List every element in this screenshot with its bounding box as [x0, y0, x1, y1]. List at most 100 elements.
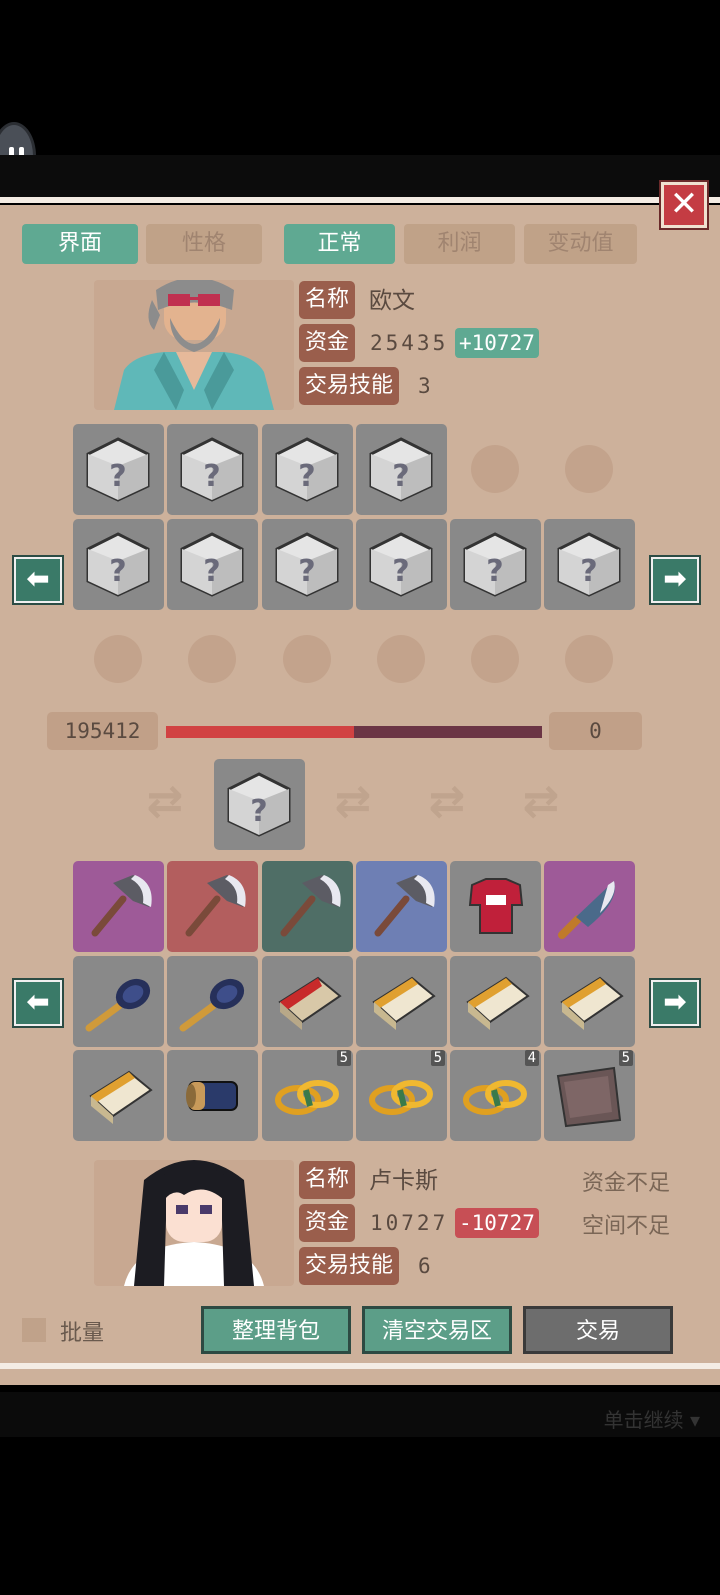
- empty-slot[interactable]: [471, 445, 519, 493]
- arrow-left-icon: ⬅: [26, 562, 50, 595]
- sort-backpack-button[interactable]: 整理背包: [201, 1306, 351, 1354]
- merchant-item-slot[interactable]: ?: [356, 519, 447, 610]
- tab-interface[interactable]: 界面: [22, 224, 138, 264]
- inventory-slot[interactable]: 5: [544, 1050, 635, 1141]
- svg-text:?: ?: [580, 554, 597, 589]
- empty-slot[interactable]: [188, 635, 236, 683]
- merchant-item-slot[interactable]: ?: [450, 519, 541, 610]
- player-funds-label: 资金: [299, 1204, 356, 1242]
- unknown-item-icon: ?: [180, 532, 244, 597]
- batch-checkbox[interactable]: [22, 1318, 46, 1342]
- inventory-next-page-button[interactable]: ➡: [651, 980, 699, 1026]
- empty-slot[interactable]: [94, 635, 142, 683]
- empty-slot[interactable]: [283, 635, 331, 683]
- trade-balance-bar: [166, 726, 542, 738]
- inventory-slot[interactable]: 4: [450, 1050, 541, 1141]
- empty-slot[interactable]: [565, 445, 613, 493]
- trade-balance-fill: [166, 726, 354, 738]
- tab-profit[interactable]: 利润: [404, 224, 515, 264]
- merchant-item-slot[interactable]: ?: [167, 519, 258, 610]
- arrow-left-icon: ⬅: [26, 985, 50, 1018]
- tab-personality[interactable]: 性格: [146, 224, 262, 264]
- inventory-slot[interactable]: 5: [356, 1050, 447, 1141]
- inventory-slot[interactable]: [356, 956, 447, 1047]
- tab-normal[interactable]: 正常: [284, 224, 395, 264]
- merchant-funds-change: +10727: [455, 328, 539, 358]
- merchant-funds: 25435: [370, 331, 449, 355]
- merchant-item-slot[interactable]: ?: [262, 519, 353, 610]
- inventory-slot[interactable]: [167, 956, 258, 1047]
- inventory-slot[interactable]: [167, 861, 258, 952]
- inventory-slot[interactable]: [450, 861, 541, 952]
- unknown-item-icon: ?: [227, 772, 291, 837]
- empty-slot[interactable]: [565, 635, 613, 683]
- merchant-next-page-button[interactable]: ➡: [651, 557, 699, 603]
- cigarette-pack-icon: [450, 956, 541, 1047]
- player-skill: 6: [418, 1254, 431, 1278]
- inventory-slot[interactable]: [73, 1050, 164, 1141]
- swap-arrows-icon: ⇄: [146, 776, 184, 827]
- inventory-slot[interactable]: [73, 956, 164, 1047]
- tab-variation[interactable]: 变动值: [524, 224, 637, 264]
- player-skill-label: 交易技能: [299, 1247, 400, 1285]
- empty-slot[interactable]: [471, 635, 519, 683]
- inventory-prev-page-button[interactable]: ⬅: [14, 980, 62, 1026]
- divider: [0, 1363, 720, 1369]
- trade-button[interactable]: 交易: [523, 1306, 673, 1354]
- merchant-prev-page-button[interactable]: ⬅: [14, 557, 62, 603]
- merchant-name-label: 名称: [299, 281, 356, 319]
- svg-text:?: ?: [203, 459, 220, 494]
- inventory-slot[interactable]: [167, 1050, 258, 1141]
- inventory-slot[interactable]: [262, 956, 353, 1047]
- clear-trade-area-button[interactable]: 清空交易区: [362, 1306, 512, 1354]
- title-bar: [0, 155, 720, 197]
- svg-text:?: ?: [392, 554, 409, 589]
- merchant-item-slot[interactable]: ?: [544, 519, 635, 610]
- continue-hint[interactable]: 单击继续 ▾: [604, 1404, 700, 1433]
- arrow-right-icon: ➡: [663, 562, 687, 595]
- merchant-item-slot[interactable]: ?: [262, 424, 353, 515]
- svg-text:?: ?: [109, 459, 126, 494]
- jersey-icon: [450, 861, 541, 952]
- inventory-slot[interactable]: [73, 861, 164, 952]
- merchant-item-slot[interactable]: ?: [356, 424, 447, 515]
- arrow-right-icon: ➡: [663, 985, 687, 1018]
- cigarette-pack-icon: [544, 956, 635, 1047]
- merchant-item-slot[interactable]: ?: [167, 424, 258, 515]
- inventory-slot[interactable]: [262, 861, 353, 952]
- svg-text:?: ?: [392, 459, 409, 494]
- svg-text:?: ?: [298, 459, 315, 494]
- player-name-label: 名称: [299, 1161, 356, 1199]
- spoon-icon: [73, 956, 164, 1047]
- unknown-item-icon: ?: [369, 437, 433, 502]
- item-count: 4: [524, 1050, 539, 1066]
- knife-icon: [544, 861, 635, 952]
- axe-icon: [167, 861, 258, 952]
- merchant-skill-label: 交易技能: [299, 367, 400, 405]
- inventory-slot[interactable]: [450, 956, 541, 1047]
- merchant-item-slot[interactable]: ?: [73, 424, 164, 515]
- close-icon: ✕: [669, 184, 699, 224]
- inventory-slot[interactable]: 5: [262, 1050, 353, 1141]
- close-button[interactable]: ✕: [661, 182, 707, 228]
- svg-text:?: ?: [203, 554, 220, 589]
- batch-label: 批量: [60, 1321, 105, 1346]
- merchant-funds-label: 资金: [299, 324, 356, 362]
- inventory-slot[interactable]: [356, 861, 447, 952]
- item-count: 5: [336, 1050, 351, 1066]
- merchant-portrait: [94, 280, 294, 410]
- inventory-slot[interactable]: [544, 956, 635, 1047]
- inventory-slot[interactable]: [544, 861, 635, 952]
- cigarette-pack-icon: [73, 1050, 164, 1141]
- empty-slot[interactable]: [377, 635, 425, 683]
- axe-icon: [356, 861, 447, 952]
- merchant-item-slot[interactable]: ?: [73, 519, 164, 610]
- cigarette-pack-red-icon: [262, 956, 353, 1047]
- unknown-item-icon: ?: [463, 532, 527, 597]
- unknown-item-icon: ?: [275, 437, 339, 502]
- trade-slot[interactable]: ?: [214, 759, 305, 850]
- cigarette-pack-icon: [356, 956, 447, 1047]
- player-name: 卢卡斯: [369, 1167, 438, 1193]
- insufficient-space-status: 空间不足: [582, 1214, 671, 1239]
- player-portrait: [94, 1160, 294, 1286]
